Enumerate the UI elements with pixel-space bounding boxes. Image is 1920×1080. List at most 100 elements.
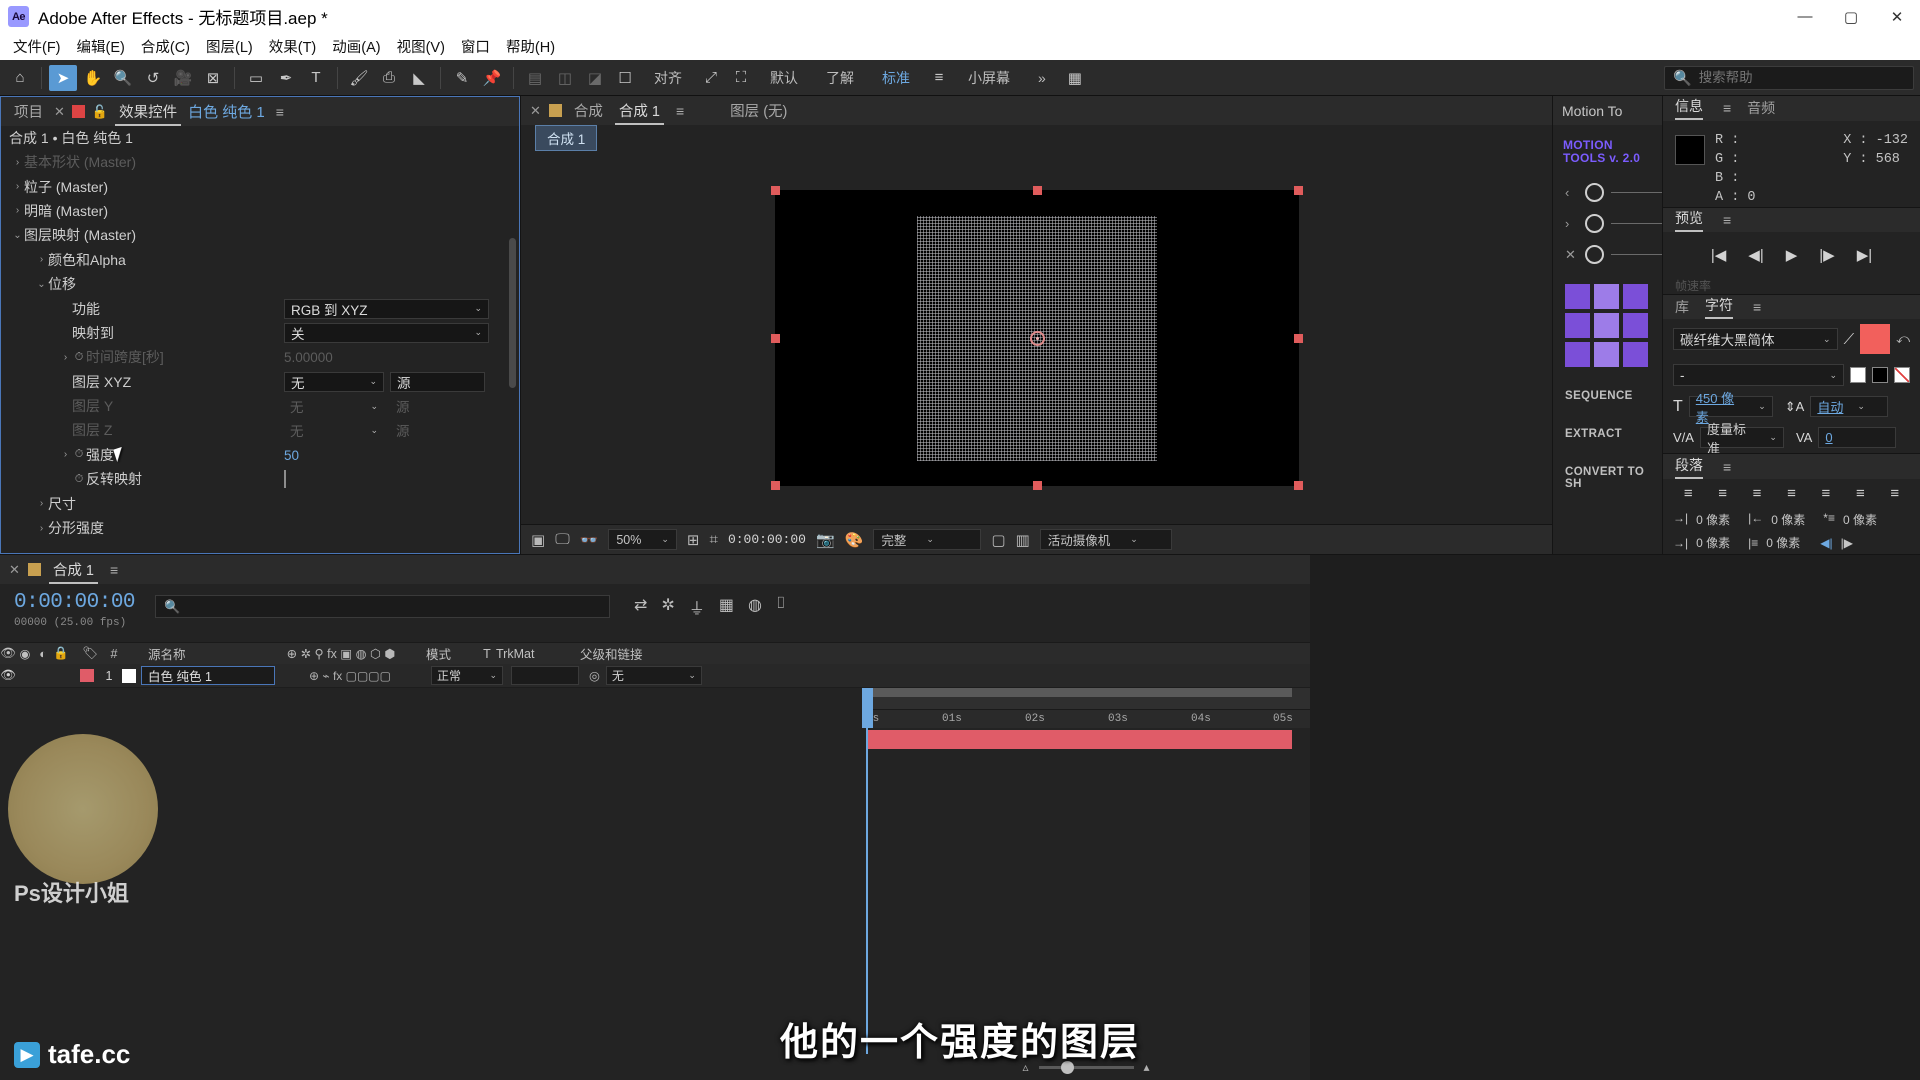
zoom-tool-icon[interactable]: 🔍 <box>109 65 137 91</box>
parent-pickwhip-icon[interactable]: ◎ <box>589 668 600 683</box>
disclosure-closed-icon[interactable]: › <box>35 498 48 509</box>
close-icon[interactable]: ✕ <box>9 562 20 578</box>
close-icon[interactable]: ✕ <box>530 103 541 119</box>
snap-checkbox-icon[interactable]: ☐ <box>611 65 639 91</box>
clone-stamp-tool-icon[interactable]: ⎙ <box>375 65 403 91</box>
color-swatch[interactable] <box>1594 313 1619 338</box>
workspace-learn[interactable]: 了解 <box>813 68 867 88</box>
color-swatch[interactable] <box>1565 284 1590 309</box>
mask-view-icon[interactable]: ▥ <box>1016 531 1030 549</box>
tab-audio[interactable]: 音频 <box>1747 98 1775 118</box>
panel-menu-icon[interactable]: ≡ <box>1753 299 1761 315</box>
effect-property-row[interactable]: 图层 Y 无 ⌄ 源 <box>1 394 519 418</box>
workspace-standard[interactable]: 标准 <box>869 68 923 88</box>
current-timecode[interactable]: 0:00:00:00 <box>14 591 136 614</box>
motion-blur-icon[interactable]: ◍ <box>748 595 762 619</box>
tab-effect-controls[interactable]: 效果控件 <box>115 98 182 126</box>
lock-icon[interactable]: 🔓 <box>92 104 108 120</box>
text-direction-icon[interactable]: ◀| <box>1820 536 1832 550</box>
video-icon[interactable]: 👁 <box>0 646 16 661</box>
disclosure-closed-icon[interactable]: › <box>59 449 72 460</box>
composition-canvas[interactable] <box>774 189 1299 486</box>
row-parent-select[interactable]: 无 ⌄ <box>605 666 702 685</box>
effect-property-row[interactable]: › 尺寸 <box>1 491 519 515</box>
property-dropdown[interactable]: 关 ⌄ <box>284 322 489 343</box>
camera-select[interactable]: 活动摄像机 ⌄ <box>1039 529 1172 550</box>
work-area-bar[interactable] <box>862 688 1292 697</box>
panel-menu-icon[interactable]: ≡ <box>1723 212 1731 228</box>
row-mode-select[interactable]: 正常 ⌄ <box>431 666 503 685</box>
snap-icon[interactable]: ⤢ <box>697 65 725 91</box>
current-time-indicator-head[interactable] <box>862 688 873 728</box>
effect-property-value[interactable]: RGB 到 XYZ ⌄ <box>284 298 489 319</box>
effect-property-value[interactable]: 无 ⌄ 源 <box>284 396 485 416</box>
play-icon[interactable]: ▶ <box>1786 246 1798 264</box>
layer-select[interactable]: 无 ⌄ <box>284 371 384 392</box>
hide-shy-icon[interactable]: ⏚ <box>689 595 705 619</box>
knob-control-3[interactable] <box>1585 245 1604 264</box>
tab-libraries[interactable]: 库 <box>1675 297 1689 317</box>
effect-property-row[interactable]: › 基本形状 (Master) <box>1 150 519 174</box>
disclosure-closed-icon[interactable]: › <box>35 523 48 534</box>
sequence-button[interactable]: SEQUENCE <box>1553 377 1662 415</box>
tab-layer[interactable]: 图层 (无) <box>726 97 791 124</box>
draft-3d-icon[interactable]: ✲ <box>661 595 674 619</box>
disclosure-open-icon[interactable]: ⌄ <box>11 230 24 241</box>
menu-edit[interactable]: 编辑(E) <box>70 34 132 59</box>
eraser-tool-icon[interactable]: ◣ <box>405 65 433 91</box>
tab-info[interactable]: 信息 <box>1675 96 1703 121</box>
space-after-value[interactable]: 0 像素 <box>1766 534 1800 551</box>
effect-property-row[interactable]: › ⏱ 时间跨度[秒] 5.00000 <box>1 345 519 369</box>
table-row[interactable]: 👁 1 白色 纯色 1 ⊕ ⌁ fx ▢▢▢▢ 正常 ⌄ ◎ 无 ⌄ <box>0 664 1310 688</box>
workspace-overflow[interactable]: » <box>1025 70 1059 86</box>
shape-tool-icon[interactable]: ▭ <box>242 65 270 91</box>
main-view-icon[interactable]: 🖵 <box>555 531 569 548</box>
timecode-box[interactable]: 0:00:00:00 00000 (25.00 fps) <box>0 591 136 629</box>
composition-mini-flowchart-icon[interactable]: ⇄ <box>634 595 647 619</box>
layer-source-select[interactable]: 源 <box>390 420 485 440</box>
slider-track-1[interactable] <box>1611 192 1662 193</box>
knob-control-2[interactable] <box>1585 214 1604 233</box>
type-tool-icon[interactable]: T <box>302 65 330 91</box>
tab-paragraph[interactable]: 段落 <box>1675 455 1703 479</box>
row-video-toggle[interactable]: 👁 <box>0 668 16 683</box>
grid-snap-icon[interactable]: ⛶ <box>727 65 755 91</box>
eyedropper-icon[interactable]: ⟋ <box>1844 331 1855 348</box>
kerning-field[interactable]: 度量标准 ⌄ <box>1699 422 1784 456</box>
selection-handle-bl[interactable] <box>770 480 780 490</box>
anchor-point-icon[interactable] <box>1029 330 1045 346</box>
effect-property-row[interactable]: ⏱ 反转映射 <box>1 467 519 491</box>
indent-first-value[interactable]: 0 像素 <box>1843 511 1877 528</box>
stopwatch-icon[interactable]: ⏱ <box>72 351 86 364</box>
selection-tool-icon[interactable]: ➤ <box>49 64 77 91</box>
disclosure-closed-icon[interactable]: › <box>59 352 72 363</box>
effect-property-value[interactable]: 无 ⌄ 源 <box>284 371 485 392</box>
3d-glasses-icon[interactable]: 👓 <box>580 531 599 549</box>
text-direction-rtl-icon[interactable]: |▶ <box>1841 536 1853 550</box>
disclosure-closed-icon[interactable]: › <box>11 157 24 168</box>
effect-property-row[interactable]: 图层 XYZ 无 ⌄ 源 <box>1 370 519 394</box>
effect-property-list[interactable]: › 基本形状 (Master) › 粒子 (Master) › 明暗 (Master) ⌄ 图… <box>1 150 519 553</box>
color-swatch[interactable] <box>1565 342 1590 367</box>
stopwatch-icon[interactable]: ⏱ <box>72 473 86 486</box>
tab-timeline-comp[interactable]: 合成 1 <box>48 556 98 584</box>
workspace-default[interactable]: 默认 <box>757 68 811 88</box>
effect-property-row[interactable]: › ⏱ 强度 50 <box>1 443 519 467</box>
search-input[interactable] <box>1698 70 1905 85</box>
puppet-pin-tool-icon[interactable]: 📌 <box>478 65 506 91</box>
stroke-color-swatch[interactable] <box>1850 367 1866 384</box>
composition-viewer[interactable] <box>521 151 1552 524</box>
color-swatch[interactable] <box>1594 342 1619 367</box>
effect-property-row[interactable]: › 粒子 (Master) <box>1 174 519 198</box>
solo-icon[interactable]: ◐ <box>34 647 52 661</box>
indent-right-value[interactable]: 0 像素 <box>1771 511 1805 528</box>
next-frame-icon[interactable]: |▶ <box>1819 246 1834 264</box>
justify-all-icon[interactable]: ≡ <box>1890 485 1899 502</box>
go-to-start-icon[interactable]: |◀ <box>1711 246 1726 264</box>
panel-menu-icon[interactable]: ≡ <box>676 103 684 119</box>
property-number-value[interactable]: 50 <box>284 448 299 463</box>
font-size-field[interactable]: 450 像素 ⌄ <box>1688 391 1773 425</box>
selection-handle-ml[interactable] <box>770 333 780 343</box>
color-swatch[interactable] <box>1623 342 1648 367</box>
panel-menu-icon[interactable]: ≡ <box>110 562 118 578</box>
